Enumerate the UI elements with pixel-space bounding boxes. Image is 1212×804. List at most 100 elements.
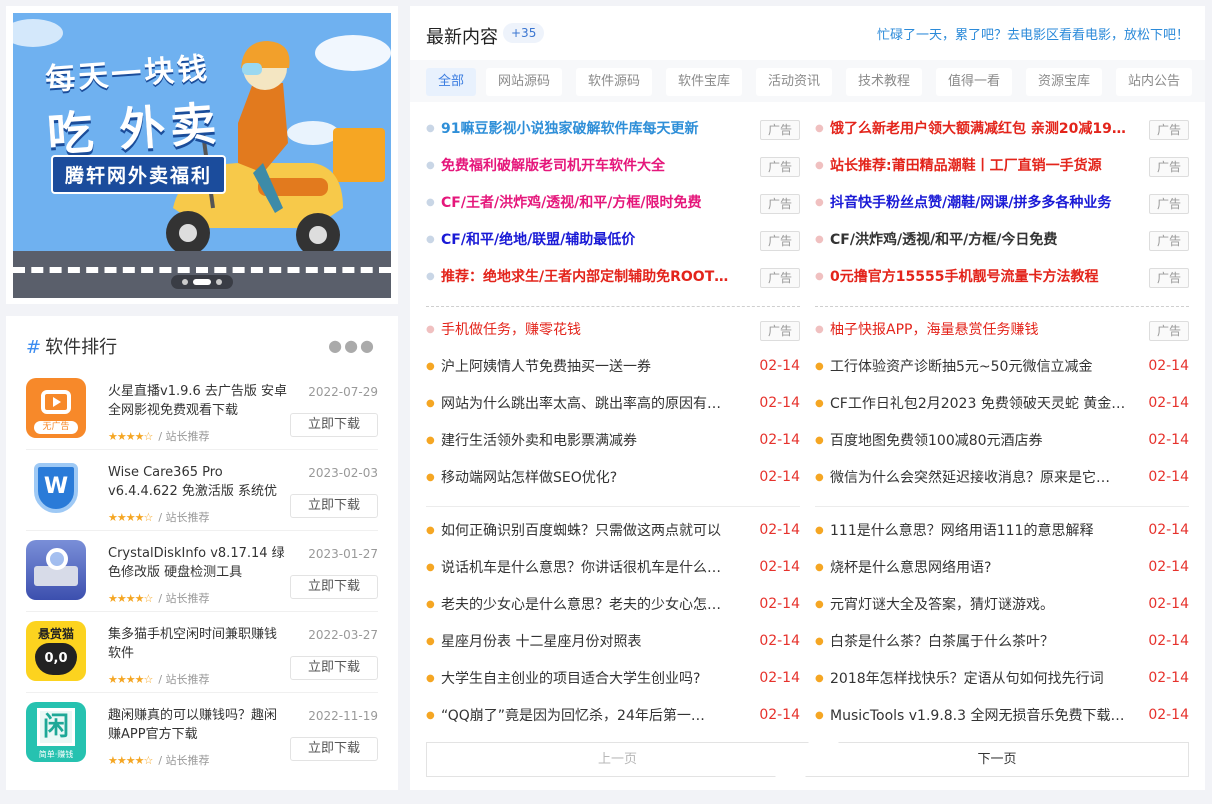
- row-title[interactable]: 推荐：绝地求生/王者内部定制辅助免ROOT…: [441, 268, 748, 286]
- item-name[interactable]: CrystalDiskInfo v8.17.14 绿色修改版 硬盘检测工具: [108, 544, 288, 582]
- list-row[interactable]: ● 手机做任务，赚零花钱 广告: [426, 312, 800, 349]
- tab-software-library[interactable]: 软件宝库: [666, 68, 743, 96]
- row-title[interactable]: CF/和平/绝地/联盟/辅助最低价: [441, 231, 748, 249]
- row-title[interactable]: 建行生活领外卖和电影票满减券: [441, 432, 748, 450]
- row-title[interactable]: 元宵灯谜大全及答案，猜灯谜游戏。: [830, 596, 1137, 614]
- row-title[interactable]: 百度地图免费领100减80元酒店券: [830, 432, 1137, 450]
- row-title[interactable]: 微信为什么会突然延迟接收消息？原来是它…: [830, 469, 1137, 487]
- tab-resources[interactable]: 资源宝库: [1026, 68, 1103, 96]
- list-row[interactable]: ● 元宵灯谜大全及答案，猜灯谜游戏。 02-14: [815, 587, 1189, 624]
- more-dots-icon[interactable]: ●●●: [328, 336, 376, 355]
- list-row[interactable]: ● 微信为什么会突然延迟接收消息？原来是它… 02-14: [815, 460, 1189, 497]
- row-title[interactable]: 沪上阿姨情人节免费抽买一送一券: [441, 358, 748, 376]
- list-row[interactable]: ● 免费福利破解版老司机开车软件大全 广告: [426, 148, 800, 185]
- download-button[interactable]: 立即下载: [290, 575, 378, 599]
- row-title[interactable]: 手机做任务，赚零花钱: [441, 321, 748, 339]
- list-row[interactable]: ● 百度地图免费领100减80元酒店券 02-14: [815, 423, 1189, 460]
- xian-icon[interactable]: 闲简单·赚钱: [26, 702, 86, 762]
- tv-play-icon[interactable]: 无广告: [26, 378, 86, 438]
- row-title[interactable]: CF工作日礼包2月2023 免费领破天灵蛇 黄金…: [830, 395, 1137, 413]
- row-title[interactable]: CF/王者/洪炸鸡/透视/和平/方框/限时免费: [441, 194, 748, 212]
- row-title[interactable]: 抖音快手粉丝点赞/潮鞋/网课/拼多多各种业务: [830, 194, 1137, 212]
- row-title[interactable]: 白茶是什么茶？白茶属于什么茶叶？: [830, 633, 1137, 651]
- tab-all[interactable]: 全部: [426, 68, 477, 96]
- prev-page-button[interactable]: 上一页: [426, 742, 809, 777]
- tab-announcements[interactable]: 站内公告: [1116, 68, 1193, 96]
- row-title[interactable]: MusicTools v1.9.8.3 全网无损音乐免费下载…: [830, 707, 1137, 725]
- item-name[interactable]: Wise Care365 Pro v6.4.4.622 免激活版 系统优化: [108, 463, 288, 501]
- list-row[interactable]: ● CF/和平/绝地/联盟/辅助最低价 广告: [426, 222, 800, 259]
- tab-site-source[interactable]: 网站源码: [486, 68, 563, 96]
- carousel-indicator[interactable]: [171, 275, 233, 289]
- download-button[interactable]: 立即下载: [290, 656, 378, 680]
- list-row[interactable]: ● CF/洪炸鸡/透视/和平/方框/今日免费 广告: [815, 222, 1189, 259]
- row-title[interactable]: CF/洪炸鸡/透视/和平/方框/今日免费: [830, 231, 1137, 249]
- row-title[interactable]: 老夫的少女心是什么意思？老夫的少女心怎…: [441, 596, 748, 614]
- row-title[interactable]: 工行体验资产诊断抽5元~50元微信立减金: [830, 358, 1137, 376]
- download-button[interactable]: 立即下载: [290, 494, 378, 518]
- item-name[interactable]: 集多猫手机空闲时间兼职赚钱软件: [108, 625, 288, 663]
- list-row[interactable]: ● 2018年怎样找快乐？定语从句如何找先行词 02-14: [815, 661, 1189, 698]
- tab-events[interactable]: 活动资讯: [756, 68, 833, 96]
- row-title[interactable]: “QQ崩了”竟是因为回忆杀，24年后第一…: [441, 707, 748, 725]
- carousel-dot[interactable]: [216, 279, 222, 285]
- row-title[interactable]: 说话机车是什么意思？你讲话很机车是什么…: [441, 559, 748, 577]
- ranking-item[interactable]: 无广告 火星直播v1.9.6 去广告版 安卓全网影视免费观看下载 2022-07…: [26, 378, 378, 450]
- next-page-button[interactable]: 下一页: [805, 742, 1189, 777]
- item-name[interactable]: 火星直播v1.9.6 去广告版 安卓全网影视免费观看下载: [108, 382, 288, 420]
- tab-tutorials[interactable]: 技术教程: [846, 68, 923, 96]
- list-row[interactable]: ● 推荐：绝地求生/王者内部定制辅助免ROOT… 广告: [426, 259, 800, 296]
- list-row[interactable]: ● 网站为什么跳出率太高、跳出率高的原因有… 02-14: [426, 386, 800, 423]
- row-title[interactable]: 大学生自主创业的项目适合大学生创业吗?: [441, 670, 748, 688]
- ranking-item[interactable]: 悬赏猫 0,0 集多猫手机空闲时间兼职赚钱软件 2022-03-27 ★★★★☆ /…: [26, 621, 378, 693]
- row-title[interactable]: 如何正确识别百度蜘蛛？只需做这两点就可以: [441, 522, 748, 540]
- list-row[interactable]: ● 沪上阿姨情人节免费抽买一送一券 02-14: [426, 349, 800, 386]
- disk-magnifier-icon[interactable]: [26, 540, 86, 600]
- list-row[interactable]: ● 建行生活领外卖和电影票满减券 02-14: [426, 423, 800, 460]
- list-row[interactable]: ● 抖音快手粉丝点赞/潮鞋/网课/拼多多各种业务 广告: [815, 185, 1189, 222]
- list-row[interactable]: ● 111是什么意思？网络用语111的意思解释 02-14: [815, 513, 1189, 550]
- ranking-item[interactable]: CrystalDiskInfo v8.17.14 绿色修改版 硬盘检测工具 20…: [26, 540, 378, 612]
- tab-worth-seeing[interactable]: 值得一看: [936, 68, 1013, 96]
- item-name[interactable]: 趣闲赚真的可以赚钱吗？趣闲赚APP官方下载: [108, 706, 288, 744]
- cat-icon[interactable]: 悬赏猫 0,0: [26, 621, 86, 681]
- list-row[interactable]: ● CF/王者/洪炸鸡/透视/和平/方框/限时免费 广告: [426, 185, 800, 222]
- download-button[interactable]: 立即下载: [290, 413, 378, 437]
- list-row[interactable]: ● 柚子快报APP，海量悬赏任务赚钱 广告: [815, 312, 1189, 349]
- list-row[interactable]: ● 星座月份表 十二星座月份对照表 02-14: [426, 624, 800, 661]
- row-title[interactable]: 免费福利破解版老司机开车软件大全: [441, 157, 748, 175]
- row-title[interactable]: 2018年怎样找快乐？定语从句如何找先行词: [830, 670, 1137, 688]
- shield-icon[interactable]: W: [26, 459, 86, 519]
- banner-carousel[interactable]: 每天一块钱 吃 外卖 腾轩网外卖福利: [13, 13, 391, 298]
- list-row[interactable]: ● 饿了么新老用户领大额满减红包 亲测20减19… 广告: [815, 111, 1189, 148]
- list-row[interactable]: ● “QQ崩了”竟是因为回忆杀，24年后第一… 02-14: [426, 698, 800, 735]
- row-title[interactable]: 0元撸官方15555手机靓号流量卡方法教程: [830, 268, 1137, 286]
- ranking-item[interactable]: 闲简单·赚钱 趣闲赚真的可以赚钱吗？趣闲赚APP官方下载 2022-11-19 …: [26, 702, 378, 774]
- list-row[interactable]: ● 如何正确识别百度蜘蛛？只需做这两点就可以 02-14: [426, 513, 800, 550]
- list-row[interactable]: ● 0元撸官方15555手机靓号流量卡方法教程 广告: [815, 259, 1189, 296]
- row-title[interactable]: 91嘛豆影视小说独家破解软件库每天更新: [441, 120, 748, 138]
- movie-tip-link[interactable]: 忙碌了一天，累了吧？去电影区看看电影，放松下吧！: [877, 24, 1189, 43]
- row-title[interactable]: 站长推荐:莆田精品潮鞋丨工厂直销一手货源: [830, 157, 1137, 175]
- carousel-dot[interactable]: [182, 279, 188, 285]
- list-row[interactable]: ● 说话机车是什么意思？你讲话很机车是什么… 02-14: [426, 550, 800, 587]
- row-title[interactable]: 柚子快报APP，海量悬赏任务赚钱: [830, 321, 1137, 339]
- carousel-dot-active[interactable]: [193, 279, 211, 285]
- row-title[interactable]: 网站为什么跳出率太高、跳出率高的原因有…: [441, 395, 748, 413]
- list-row[interactable]: ● 工行体验资产诊断抽5元~50元微信立减金 02-14: [815, 349, 1189, 386]
- ranking-item[interactable]: W Wise Care365 Pro v6.4.4.622 免激活版 系统优化 …: [26, 459, 378, 531]
- list-row[interactable]: ● MusicTools v1.9.8.3 全网无损音乐免费下载… 02-14: [815, 698, 1189, 735]
- row-title[interactable]: 饿了么新老用户领大额满减红包 亲测20减19…: [830, 120, 1137, 138]
- download-button[interactable]: 立即下载: [290, 737, 378, 761]
- tab-software-source[interactable]: 软件源码: [576, 68, 653, 96]
- list-row[interactable]: ● 白茶是什么茶？白茶属于什么茶叶？ 02-14: [815, 624, 1189, 661]
- list-row[interactable]: ● CF工作日礼包2月2023 免费领破天灵蛇 黄金… 02-14: [815, 386, 1189, 423]
- row-title[interactable]: 111是什么意思？网络用语111的意思解释: [830, 522, 1137, 540]
- list-row[interactable]: ● 老夫的少女心是什么意思？老夫的少女心怎… 02-14: [426, 587, 800, 624]
- list-row[interactable]: ● 站长推荐:莆田精品潮鞋丨工厂直销一手货源 广告: [815, 148, 1189, 185]
- list-row[interactable]: ● 移动端网站怎样做SEO优化? 02-14: [426, 460, 800, 497]
- row-title[interactable]: 移动端网站怎样做SEO优化?: [441, 469, 748, 487]
- list-row[interactable]: ● 大学生自主创业的项目适合大学生创业吗? 02-14: [426, 661, 800, 698]
- row-title[interactable]: 烧杯是什么意思网络用语?: [830, 559, 1137, 577]
- list-row[interactable]: ● 91嘛豆影视小说独家破解软件库每天更新 广告: [426, 111, 800, 148]
